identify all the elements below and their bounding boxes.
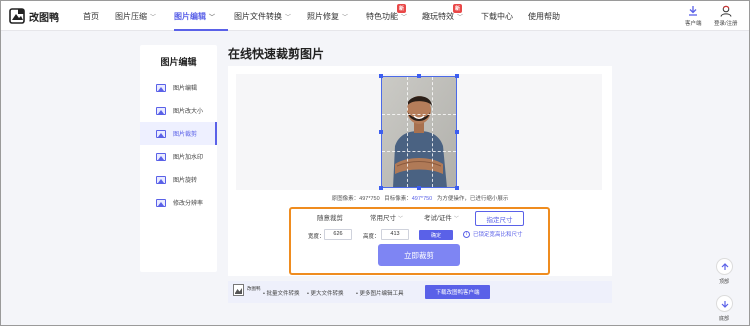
chevron-down-icon: ﹀ bbox=[453, 216, 459, 222]
brand-name: 改图鸭 bbox=[29, 12, 59, 24]
sidebar-title: 图片编辑 bbox=[160, 57, 197, 67]
nav-special-features[interactable]: 特色功能 ﹀ 新 bbox=[366, 4, 422, 31]
login-label: 登录/注册 bbox=[714, 21, 738, 27]
image-icon bbox=[156, 175, 166, 184]
crop-handle-bottom[interactable] bbox=[417, 186, 421, 190]
top-label: 顶部 bbox=[719, 279, 730, 285]
mini-brand-label: 改图鸭 bbox=[247, 286, 261, 291]
arrow-up-icon bbox=[721, 262, 728, 270]
width-input[interactable]: 626 bbox=[324, 229, 352, 240]
nav-fun-effects[interactable]: 趣玩特效 ﹀ 新 bbox=[422, 4, 481, 31]
nav-photo-repair[interactable]: 照片修复 ﹀ bbox=[307, 11, 366, 31]
crop-handle-top[interactable] bbox=[417, 74, 421, 78]
crop-handle-bottom-left[interactable] bbox=[379, 186, 383, 190]
crop-handle-right[interactable] bbox=[455, 130, 459, 134]
height-label: 高度： bbox=[363, 234, 380, 240]
crop-handle-top-left[interactable] bbox=[379, 74, 383, 78]
lock-ratio-tip[interactable]: i 已锁定宽高比和尺寸 bbox=[463, 230, 523, 238]
width-label: 宽度： bbox=[308, 234, 325, 240]
chevron-down-icon: ﹀ bbox=[342, 15, 349, 21]
chevron-down-icon: ﹀ bbox=[398, 216, 404, 222]
sidebar-item-resize[interactable]: 图片改大小 bbox=[140, 99, 217, 122]
sidebar: 图片编辑 图片编辑 图片改大小 图片裁剪 图片加水印 图片旋转 修改分辨率 bbox=[140, 45, 217, 272]
nav-image-edit[interactable]: 图片编辑 ﹀ bbox=[174, 11, 234, 31]
sidebar-item-watermark[interactable]: 图片加水印 bbox=[140, 145, 217, 168]
arrow-down-icon bbox=[721, 300, 728, 308]
go-bottom-button[interactable] bbox=[716, 295, 733, 312]
image-icon bbox=[156, 198, 166, 207]
new-badge: 新 bbox=[453, 4, 463, 13]
sidebar-item-rotate[interactable]: 图片旋转 bbox=[140, 168, 217, 191]
client-label: 客户端 bbox=[685, 21, 702, 27]
login-register-link[interactable]: 登录/注册 bbox=[714, 5, 738, 27]
client-download-link[interactable]: 客户端 bbox=[685, 5, 702, 27]
image-icon bbox=[156, 129, 166, 138]
free-crop-option[interactable]: 随意裁剪 bbox=[317, 212, 343, 222]
download-client-button[interactable]: 下载改图鸭客户端 bbox=[425, 285, 490, 299]
image-icon bbox=[156, 152, 166, 161]
sidebar-item-image-edit[interactable]: 图片编辑 bbox=[140, 76, 217, 99]
app-icon bbox=[233, 284, 244, 296]
crop-handle-left[interactable] bbox=[379, 130, 383, 134]
chevron-down-icon: ﹀ bbox=[401, 15, 408, 21]
chevron-down-icon: ﹀ bbox=[150, 15, 157, 21]
download-icon bbox=[689, 6, 698, 16]
sidebar-item-crop[interactable]: 图片裁剪 bbox=[140, 122, 217, 145]
nav-home[interactable]: 首页 bbox=[83, 11, 115, 31]
nav-help[interactable]: 使用帮助 bbox=[528, 11, 568, 31]
sidebar-item-resolution[interactable]: 修改分辨率 bbox=[140, 191, 217, 214]
main-nav: 首页 图片压缩 ﹀ 图片编辑 ﹀ 图片文件转换 ﹀ 照片修复 ﹀ 特色功能 ﹀ 新 趣玩特效… bbox=[83, 4, 568, 31]
page-title: 在线快速裁剪图片 bbox=[228, 47, 325, 61]
image-icon bbox=[156, 83, 166, 92]
chevron-down-icon: ﹀ bbox=[285, 15, 292, 21]
info-icon: i bbox=[463, 230, 470, 238]
crop-handle-bottom-right[interactable] bbox=[455, 186, 459, 190]
brand-logo[interactable]: 改图鸭 bbox=[9, 8, 59, 24]
nav-image-convert[interactable]: 图片文件转换 ﹀ bbox=[234, 11, 307, 31]
nav-image-compress[interactable]: 图片压缩 ﹀ bbox=[115, 11, 174, 31]
back-to-top-button[interactable] bbox=[716, 258, 733, 275]
crop-now-button[interactable]: 立即裁剪 bbox=[378, 244, 460, 266]
pixel-info: 原图像素：497*750 目标像素：497*750 为方便操作，已进行缩小展示 bbox=[331, 196, 509, 202]
exam-id-dropdown[interactable]: 考试/证件 ﹀ bbox=[424, 212, 459, 222]
logo-icon bbox=[9, 8, 25, 24]
nav-download-center[interactable]: 下载中心 bbox=[481, 11, 528, 31]
promo-item-batch: • 批量文件转换 bbox=[263, 291, 300, 297]
new-badge: 新 bbox=[397, 4, 407, 13]
image-icon bbox=[156, 106, 166, 115]
promo-item-larger: • 更大文件转换 bbox=[307, 291, 344, 297]
user-avatar-icon bbox=[720, 5, 732, 17]
top-header: 改图鸭 首页 图片压缩 ﹀ 图片编辑 ﹀ 图片文件转换 ﹀ 照片修复 ﹀ 特色功能 ﹀ 新 … bbox=[1, 1, 749, 31]
crop-selection-box[interactable] bbox=[381, 76, 457, 188]
fixed-size-button[interactable]: 指定尺寸 bbox=[475, 211, 524, 226]
confirm-size-button[interactable]: 确定 bbox=[419, 230, 453, 240]
chevron-down-icon: ﹀ bbox=[457, 15, 464, 21]
chevron-down-icon: ﹀ bbox=[209, 15, 216, 21]
height-input[interactable]: 413 bbox=[381, 229, 409, 240]
promo-item-more: • 更多图片编辑工具 bbox=[356, 291, 404, 297]
common-size-dropdown[interactable]: 常用尺寸 ﹀ bbox=[370, 212, 403, 222]
bottom-label: 底部 bbox=[719, 316, 730, 322]
crop-handle-top-right[interactable] bbox=[455, 74, 459, 78]
